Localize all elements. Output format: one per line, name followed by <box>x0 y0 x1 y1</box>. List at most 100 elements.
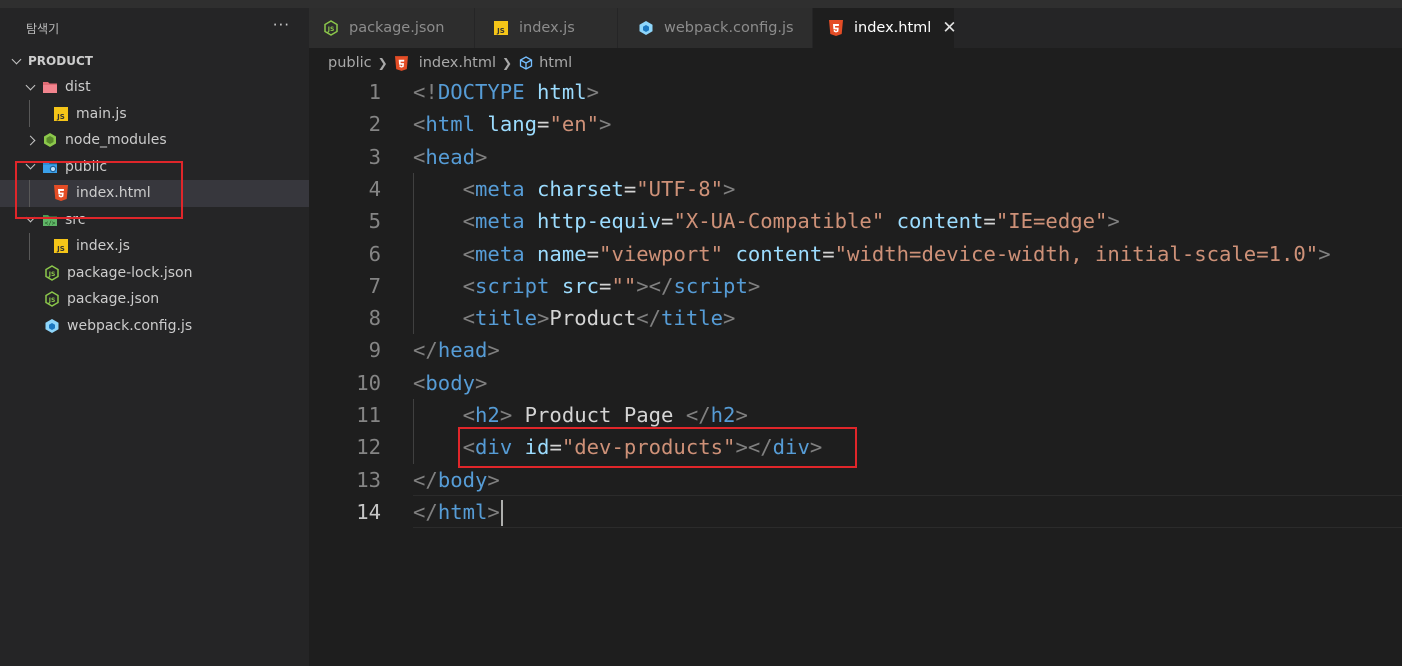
close-icon[interactable]: ✕ <box>942 19 956 37</box>
code-text: <title>Product</title> <box>413 302 736 334</box>
tab-webpack-config-js[interactable]: webpack.config.js <box>618 8 813 48</box>
svg-text:JS: JS <box>56 113 65 121</box>
line-number: 10 <box>356 370 381 395</box>
more-actions-icon[interactable]: ··· <box>273 16 290 34</box>
tree-item-label: package.json <box>67 291 160 308</box>
code-token: Product <box>549 306 637 331</box>
js-file-icon: JS <box>53 106 69 122</box>
webpack-icon <box>44 318 60 334</box>
code-token: charset <box>537 176 624 201</box>
code-token: DOCTYPE <box>437 80 525 104</box>
code-text: </html> <box>413 496 503 528</box>
code-line[interactable]: 13 </body> <box>309 464 1402 496</box>
svg-text:JS: JS <box>56 245 65 253</box>
tree-file-main-js[interactable]: JS main.js <box>0 101 309 128</box>
code-line[interactable]: 5 <meta http-equiv="X-UA-Compatible" con… <box>309 205 1402 237</box>
breadcrumb-folder-label: public <box>328 55 372 71</box>
code-line[interactable]: 11 <h2> Product Page </h2> <box>309 399 1402 431</box>
tree-folder-dist[interactable]: dist <box>0 74 309 101</box>
code-token: > <box>1318 241 1331 266</box>
line-number: 1 <box>368 80 381 104</box>
code-text: <body> <box>413 367 487 399</box>
code-line[interactable]: 4 <meta charset="UTF-8"> <box>309 173 1402 205</box>
code-token: title <box>661 306 724 331</box>
line-number: 9 <box>368 338 381 363</box>
chevron-right-icon <box>22 132 38 148</box>
line-number: 5 <box>368 209 381 234</box>
code-token: < <box>462 306 476 331</box>
code-token: > <box>747 273 761 298</box>
code-token: <! <box>413 80 438 104</box>
code-token: src <box>561 273 600 298</box>
code-text: <div id="dev-products"></div> <box>413 431 823 463</box>
tab-package-json[interactable]: JS package.json <box>309 8 475 48</box>
line-number: 13 <box>356 467 381 492</box>
tree-item-label: public <box>65 158 108 175</box>
code-token: = <box>586 241 600 266</box>
code-editor[interactable]: 1 <!DOCTYPE html> 2 <html lang="en"> 3 <head>… <box>309 76 1402 666</box>
code-token: > <box>723 176 736 201</box>
tab-label: index.js <box>519 20 575 36</box>
tab-label: index.html <box>854 20 932 36</box>
code-token: ></ <box>636 273 674 298</box>
code-line[interactable]: 2 <html lang="en"> <box>309 108 1402 140</box>
code-token: < <box>462 241 476 266</box>
code-token: lang <box>487 112 538 137</box>
html5-file-icon <box>394 55 410 71</box>
text-cursor <box>500 499 503 526</box>
breadcrumb-symbol[interactable]: html <box>518 55 572 71</box>
code-token: < <box>462 209 476 234</box>
code-line[interactable]: 7 <script src=""></script> <box>309 270 1402 302</box>
project-section-header[interactable]: PRODUCT <box>0 48 309 74</box>
code-line[interactable]: 1 <!DOCTYPE html> <box>309 76 1402 108</box>
code-line[interactable]: 10 <body> <box>309 367 1402 399</box>
tree-file-package-json[interactable]: JS package.json <box>0 286 309 313</box>
tab-index-html[interactable]: index.html ✕ <box>813 8 957 48</box>
code-token: "dev-products" <box>561 435 736 460</box>
code-line[interactable]: 14 </html> <box>309 496 1402 528</box>
breadcrumb-folder[interactable]: public <box>328 55 372 71</box>
explorer-sidebar: 탐색기 ··· PRODUCT dist JS main.js node_mod… <box>0 0 309 666</box>
code-token: script <box>475 273 550 298</box>
npm-json-icon: JS <box>323 20 339 36</box>
npm-json-icon: JS <box>44 291 60 308</box>
code-token: < <box>462 403 476 427</box>
svg-text:JS: JS <box>48 271 56 278</box>
chevron-down-icon <box>22 212 38 228</box>
tree-item-label: node_modules <box>65 132 167 149</box>
tree-item-label: main.js <box>76 105 127 122</box>
tree-item-label: index.js <box>76 238 130 255</box>
tree-item-label: src <box>65 211 86 228</box>
code-token: > <box>487 499 500 524</box>
code-token: "X-UA-Compatible" <box>673 209 885 234</box>
tree-file-index-js[interactable]: JS index.js <box>0 233 309 260</box>
code-token: html <box>437 499 488 524</box>
chevron-down-icon <box>22 159 38 175</box>
code-token: < <box>413 370 426 395</box>
indent-guide <box>29 233 30 260</box>
code-line[interactable]: 8 <title>Product</title> <box>309 302 1402 334</box>
tree-file-package-lock-json[interactable]: JS package-lock.json <box>0 260 309 287</box>
code-line[interactable]: 12 <div id="dev-products"></div> <box>309 431 1402 463</box>
code-line[interactable]: 6 <meta name="viewport" content="width=d… <box>309 238 1402 270</box>
tree-folder-public[interactable]: public <box>0 154 309 181</box>
tree-file-webpack-config-js[interactable]: webpack.config.js <box>0 313 309 340</box>
folder-node-icon <box>42 132 58 148</box>
tree-folder-src[interactable]: </> src <box>0 207 309 234</box>
line-number: 7 <box>368 273 381 298</box>
code-line[interactable]: 3 <head> <box>309 141 1402 173</box>
tree-folder-node-modules[interactable]: node_modules <box>0 127 309 154</box>
breadcrumb-file[interactable]: index.html <box>394 55 496 71</box>
tab-index-js[interactable]: JS index.js <box>475 8 618 48</box>
js-file-icon: JS <box>493 20 509 36</box>
code-line[interactable]: 9 </head> <box>309 334 1402 366</box>
project-name: PRODUCT <box>28 54 93 68</box>
line-number: 14 <box>356 499 381 524</box>
tree-file-index-html[interactable]: index.html <box>0 180 309 207</box>
code-token: = <box>537 112 550 137</box>
code-text: <meta http-equiv="X-UA-Compatible" conte… <box>413 205 1120 237</box>
